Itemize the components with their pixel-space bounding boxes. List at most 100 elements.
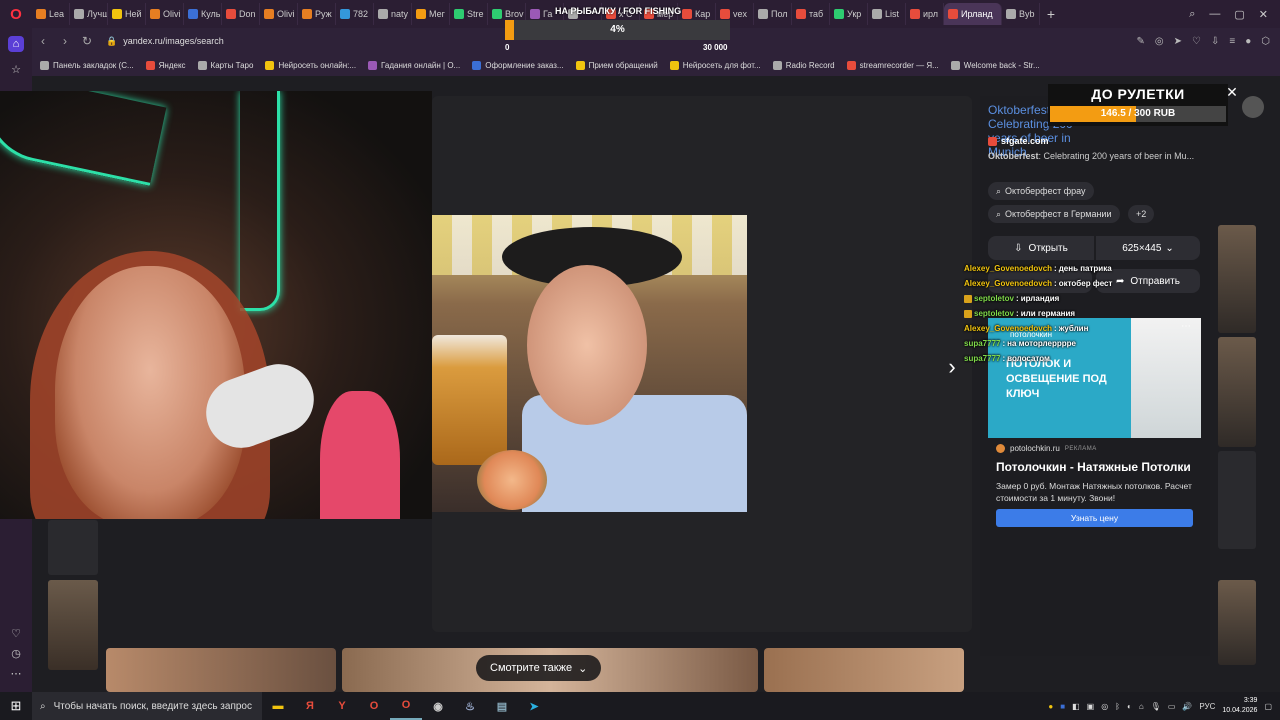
- tray-icon[interactable]: ◎: [1101, 702, 1108, 711]
- send-icon[interactable]: ➤: [1174, 36, 1182, 47]
- browser-tab[interactable]: Don: [222, 3, 260, 25]
- volume-icon[interactable]: 🔊: [1182, 702, 1192, 711]
- browser-tab[interactable]: Heй: [108, 3, 146, 25]
- bookmark-item[interactable]: Гадания онлайн | О...: [368, 60, 460, 70]
- extensions-icon[interactable]: ⬡: [1261, 36, 1270, 47]
- ad-title[interactable]: Потолочкин - Натяжные Потолки: [996, 460, 1191, 474]
- browser-tab[interactable]: Куль: [184, 3, 222, 25]
- tray-icon[interactable]: ●: [1048, 702, 1053, 711]
- opera-logo-icon[interactable]: O: [0, 0, 32, 28]
- clock[interactable]: 3:39 10.04.2026: [1222, 696, 1257, 716]
- close-icon[interactable]: ✕: [1225, 85, 1239, 99]
- heart-icon[interactable]: ♡: [8, 626, 24, 642]
- bookmark-item[interactable]: Нейросеть онлайн:...: [265, 60, 356, 70]
- yandex-browser-icon[interactable]: Y: [326, 692, 358, 720]
- bookmark-item[interactable]: Нейросеть для фот...: [669, 60, 761, 70]
- thumbnail[interactable]: [48, 520, 98, 575]
- bookmark-item[interactable]: Яндекс: [145, 60, 186, 70]
- browser-tab[interactable]: Руж: [298, 3, 336, 25]
- maximize-button[interactable]: ▢: [1234, 8, 1244, 21]
- more-chips-button[interactable]: +2: [1128, 205, 1155, 223]
- browser-tab[interactable]: Укр: [830, 3, 868, 25]
- download-icon[interactable]: ⇩: [1211, 36, 1219, 47]
- windows-start-icon[interactable]: ⊞: [0, 692, 32, 720]
- edit-icon[interactable]: ✎: [1137, 36, 1145, 47]
- new-tab-button[interactable]: +: [1040, 6, 1062, 22]
- image-size-select[interactable]: 625×445 ⌄: [1096, 236, 1200, 260]
- bookmark-item[interactable]: Оформление заказ...: [472, 60, 564, 70]
- obs-icon[interactable]: ◉: [422, 692, 454, 720]
- ad-site[interactable]: potolochkin.ru РЕКЛАМА: [996, 444, 1097, 453]
- close-window-button[interactable]: ✕: [1259, 8, 1268, 21]
- browser-tab[interactable]: таб: [792, 3, 830, 25]
- yandex-icon[interactable]: Я: [294, 692, 326, 720]
- browser-tab[interactable]: Лучш: [70, 3, 108, 25]
- bluetooth-icon[interactable]: ᛒ: [1115, 702, 1120, 711]
- language-indicator[interactable]: РУС: [1199, 702, 1215, 711]
- bookmark-item[interactable]: streamrecorder — Я...: [846, 60, 939, 70]
- ad-menu-icon[interactable]: ⋯: [1181, 321, 1191, 332]
- thumbnail[interactable]: [1218, 451, 1256, 549]
- see-also-button[interactable]: Смотрите также ⌄: [476, 655, 602, 681]
- browser-tab[interactable]: Пол: [754, 3, 792, 25]
- network-icon[interactable]: ⌂: [1139, 702, 1144, 711]
- thumbnail[interactable]: [1218, 337, 1256, 447]
- browser-tab[interactable]: Olivi: [260, 3, 298, 25]
- microphone-icon[interactable]: 🎙: [1151, 702, 1161, 711]
- forward-button[interactable]: ›: [54, 34, 76, 48]
- browser-tab[interactable]: Stre: [450, 3, 488, 25]
- home-icon[interactable]: ⌂: [8, 36, 24, 52]
- star-icon[interactable]: ☆: [8, 62, 24, 78]
- browser-tab[interactable]: Ирланд: [944, 3, 1002, 25]
- bookmark-item[interactable]: Radio Record: [772, 60, 835, 70]
- browser-tab[interactable]: Lea: [32, 3, 70, 25]
- telegram-icon[interactable]: ➤: [518, 692, 550, 720]
- app-icon[interactable]: ▤: [486, 692, 518, 720]
- search-tabs-icon[interactable]: ⌕: [1189, 8, 1195, 21]
- browser-tab[interactable]: Мег: [412, 3, 450, 25]
- bookmark-item[interactable]: Welcome back - Str...: [950, 60, 1040, 70]
- tray-icon[interactable]: ■: [1060, 702, 1065, 711]
- more-icon[interactable]: ⋯: [8, 666, 24, 682]
- bookmark-item[interactable]: Карты Таро: [197, 60, 253, 70]
- opera-icon[interactable]: O: [358, 692, 390, 720]
- browser-tab[interactable]: Olivi: [146, 3, 184, 25]
- back-button[interactable]: ‹: [32, 34, 54, 48]
- result-site[interactable]: sfgate.com: [988, 136, 1049, 146]
- thumbnail[interactable]: [764, 648, 964, 692]
- related-search-chip[interactable]: ⌕ Октоберфест в Германии: [988, 205, 1120, 223]
- opera-gx-icon[interactable]: O: [390, 692, 422, 720]
- history-icon[interactable]: ◷: [8, 646, 24, 662]
- heart-icon[interactable]: ♡: [1192, 36, 1201, 47]
- bookmark-item[interactable]: Панель закладок (С...: [40, 60, 134, 70]
- thumbnail[interactable]: [1218, 580, 1256, 665]
- menu-icon[interactable]: ≡: [1229, 36, 1235, 47]
- next-image-icon[interactable]: ›: [940, 355, 964, 379]
- related-search-chip[interactable]: ⌕ Октоберфест фрау: [988, 182, 1094, 200]
- thumbnail[interactable]: [1218, 225, 1256, 333]
- tray-icon[interactable]: ◐: [1127, 702, 1132, 711]
- ad-cta-button[interactable]: Узнать цену: [996, 509, 1193, 527]
- browser-tab[interactable]: naty: [374, 3, 412, 25]
- notifications-icon[interactable]: ▢: [1264, 702, 1272, 711]
- network-icon[interactable]: ▭: [1168, 702, 1176, 711]
- main-image[interactable]: [432, 215, 747, 512]
- bookmark-item[interactable]: Прием обращений: [575, 60, 658, 70]
- avatar[interactable]: [1242, 96, 1264, 118]
- steam-icon[interactable]: ♨: [454, 692, 486, 720]
- thumbnail[interactable]: [106, 648, 336, 692]
- tray-icon[interactable]: ▣: [1087, 702, 1095, 711]
- minimize-button[interactable]: —: [1209, 8, 1220, 20]
- browser-tab[interactable]: Byb: [1002, 3, 1040, 25]
- open-image-button[interactable]: ⇩ Открыть: [988, 236, 1094, 260]
- profile-icon[interactable]: ●: [1245, 36, 1251, 47]
- browser-tab[interactable]: List: [868, 3, 906, 25]
- camera-icon[interactable]: ◎: [1155, 36, 1164, 47]
- taskbar-search[interactable]: ⌕ Чтобы начать поиск, введите здесь запр…: [32, 692, 262, 720]
- reload-button[interactable]: ↻: [76, 34, 98, 48]
- url-field[interactable]: 🔒 yandex.ru/images/search: [106, 36, 224, 47]
- file-explorer-icon[interactable]: ▬: [262, 692, 294, 720]
- browser-tab[interactable]: 782: [336, 3, 374, 25]
- tray-icon[interactable]: ◧: [1072, 702, 1080, 711]
- browser-tab[interactable]: ирл: [906, 3, 944, 25]
